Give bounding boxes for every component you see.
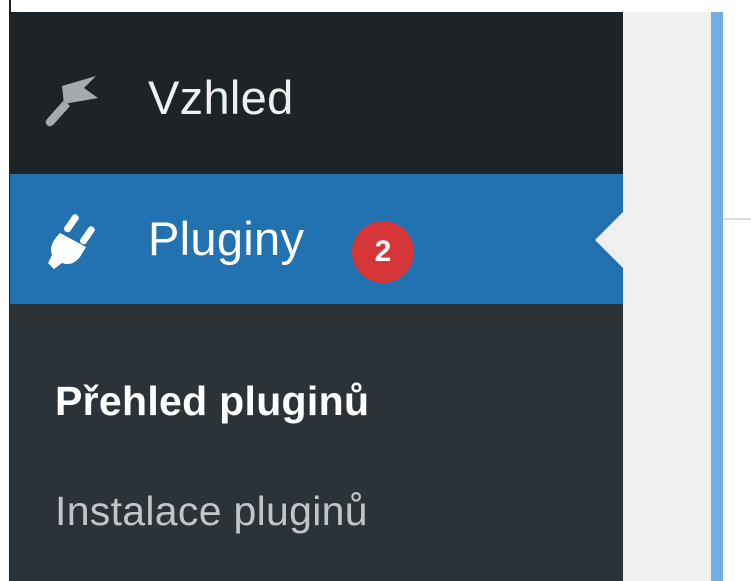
menu-label-plugins: Pluginy	[148, 212, 305, 265]
paintbrush-icon	[40, 66, 104, 130]
menu-item-appearance[interactable]: Vzhled	[10, 12, 623, 174]
menu-item-plugins[interactable]: Pluginy 2	[10, 174, 623, 304]
submenu-item-installed-plugins[interactable]: Přehled pluginů	[55, 376, 369, 426]
notice-panel	[723, 12, 751, 581]
plugins-submenu: Přehled pluginů Instalace pluginů	[10, 304, 623, 581]
submenu-item-add-plugins[interactable]: Instalace pluginů	[55, 486, 368, 536]
notice-divider	[723, 218, 751, 220]
top-edge	[0, 0, 751, 12]
current-menu-arrow	[595, 212, 623, 268]
admin-sidebar: Vzhled Pluginy 2 Přehled pluginů Instala…	[10, 12, 623, 581]
plugin-icon	[40, 207, 104, 271]
admin-screen: Vzhled Pluginy 2 Přehled pluginů Instala…	[0, 0, 751, 581]
main-content	[623, 12, 751, 581]
notice-left-border	[711, 12, 723, 581]
plugin-update-count-badge: 2	[352, 221, 414, 283]
menu-label-appearance: Vzhled	[148, 71, 294, 124]
